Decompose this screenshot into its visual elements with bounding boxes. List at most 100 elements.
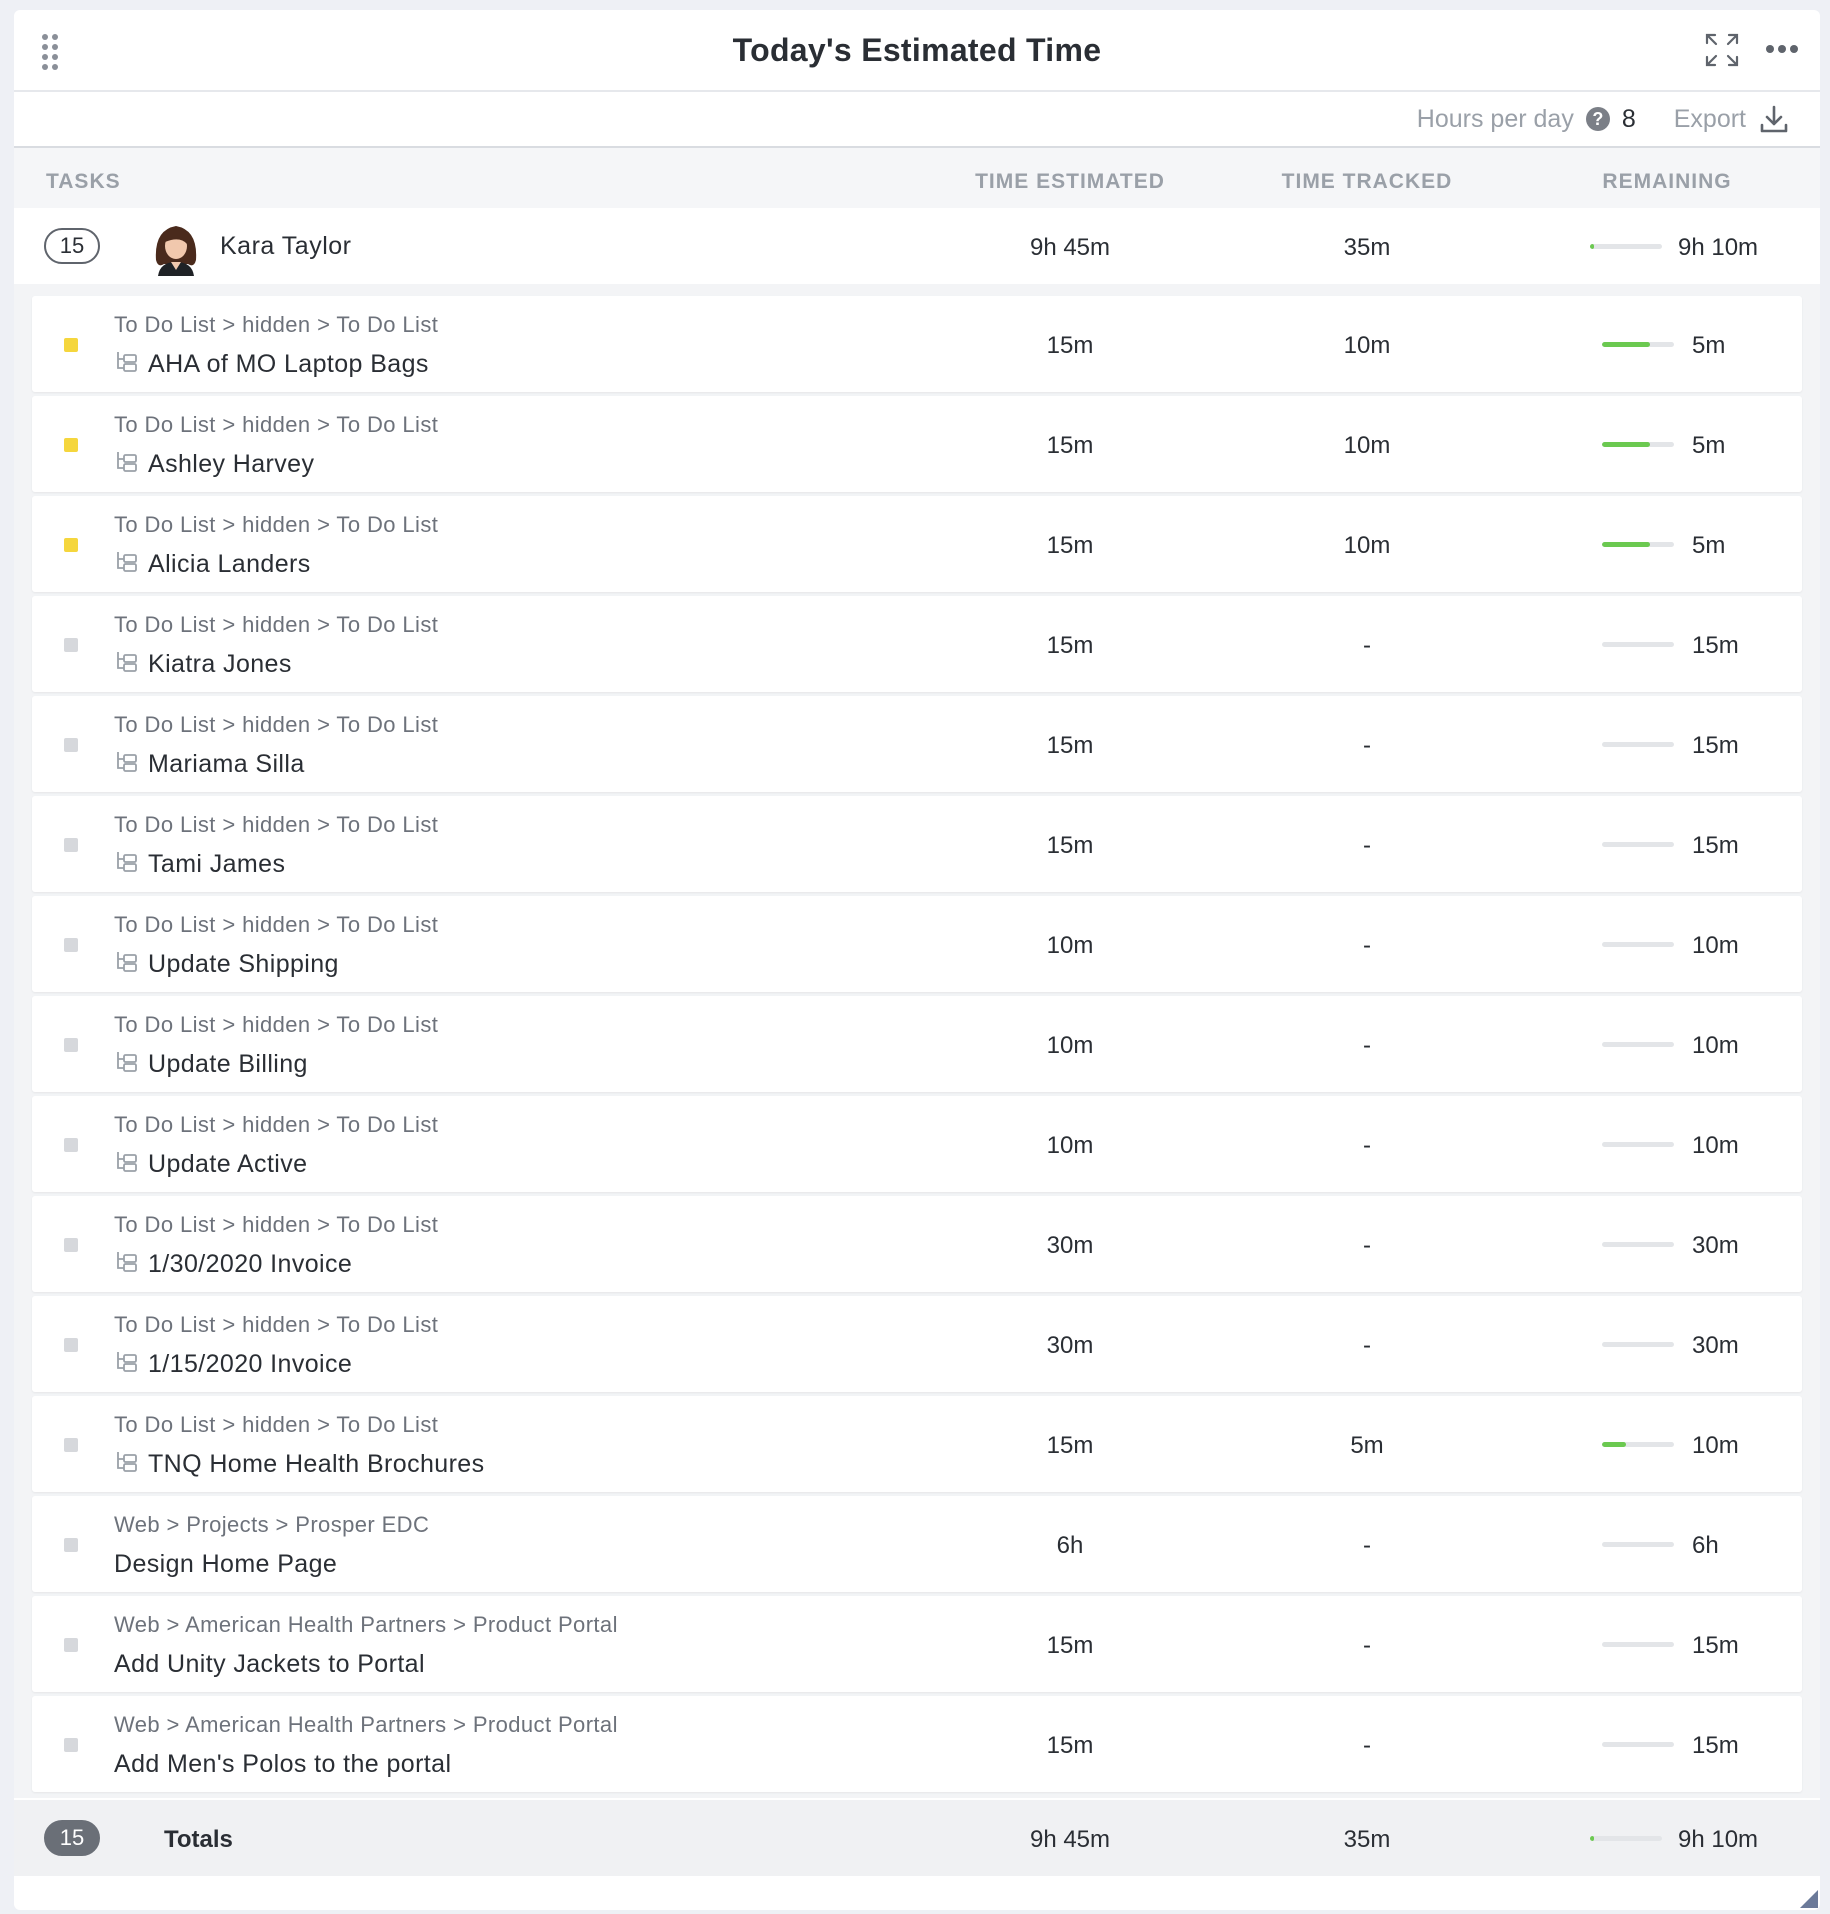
column-header-remaining[interactable]: REMAINING <box>1567 170 1767 194</box>
task-time-tracked[interactable]: 5m <box>1267 1432 1467 1460</box>
task-row[interactable]: To Do List > hidden > To Do List Ashley … <box>32 396 1802 492</box>
task-row[interactable]: To Do List > hidden > To Do List Tami Ja… <box>32 796 1802 892</box>
status-indicator[interactable] <box>64 1538 78 1552</box>
task-breadcrumb[interactable]: To Do List > hidden > To Do List <box>114 1312 438 1338</box>
task-row[interactable]: To Do List > hidden > To Do List Update … <box>32 1096 1802 1192</box>
assignee-group-row[interactable]: 15 Kara Taylor 9h 45m 35m 9h 10m <box>14 208 1820 284</box>
task-name[interactable]: AHA of MO Laptop Bags <box>148 350 429 379</box>
task-time-tracked[interactable]: 10m <box>1267 532 1467 560</box>
task-time-estimated[interactable]: 10m <box>970 1032 1170 1060</box>
task-name[interactable]: Update Billing <box>148 1050 308 1079</box>
task-row[interactable]: To Do List > hidden > To Do List 1/30/20… <box>32 1196 1802 1292</box>
column-header-time-estimated[interactable]: TIME ESTIMATED <box>970 170 1170 194</box>
task-time-tracked[interactable]: - <box>1267 632 1467 660</box>
task-time-estimated[interactable]: 15m <box>970 432 1170 460</box>
task-time-estimated[interactable]: 15m <box>970 332 1170 360</box>
task-breadcrumb[interactable]: To Do List > hidden > To Do List <box>114 512 438 538</box>
task-time-tracked[interactable]: - <box>1267 732 1467 760</box>
task-time-tracked[interactable]: - <box>1267 1532 1467 1560</box>
task-time-estimated[interactable]: 15m <box>970 1632 1170 1660</box>
status-indicator[interactable] <box>64 1438 78 1452</box>
status-indicator[interactable] <box>64 338 78 352</box>
task-row[interactable]: Web > Projects > Prosper EDC Design Home… <box>32 1496 1802 1592</box>
task-time-tracked[interactable]: - <box>1267 1232 1467 1260</box>
task-name[interactable]: Mariama Silla <box>148 750 305 779</box>
task-row[interactable]: To Do List > hidden > To Do List Update … <box>32 996 1802 1092</box>
task-time-estimated[interactable]: 30m <box>970 1232 1170 1260</box>
task-time-tracked[interactable]: 10m <box>1267 332 1467 360</box>
task-name[interactable]: TNQ Home Health Brochures <box>148 1450 485 1479</box>
task-time-estimated[interactable]: 15m <box>970 732 1170 760</box>
task-name[interactable]: 1/30/2020 Invoice <box>148 1250 352 1279</box>
task-breadcrumb[interactable]: To Do List > hidden > To Do List <box>114 612 438 638</box>
task-time-estimated[interactable]: 15m <box>970 532 1170 560</box>
export-button[interactable]: Export <box>1674 103 1790 135</box>
task-row[interactable]: To Do List > hidden > To Do List AHA of … <box>32 296 1802 392</box>
status-indicator[interactable] <box>64 1238 78 1252</box>
task-name[interactable]: Design Home Page <box>114 1550 337 1579</box>
task-time-estimated[interactable]: 15m <box>970 1432 1170 1460</box>
task-name[interactable]: Ashley Harvey <box>148 450 314 479</box>
more-horizontal-icon[interactable] <box>1764 36 1800 62</box>
task-time-estimated[interactable]: 10m <box>970 932 1170 960</box>
task-breadcrumb[interactable]: To Do List > hidden > To Do List <box>114 712 438 738</box>
task-name[interactable]: Update Active <box>148 1150 307 1179</box>
status-indicator[interactable] <box>64 838 78 852</box>
task-row[interactable]: To Do List > hidden > To Do List TNQ Hom… <box>32 1396 1802 1492</box>
task-breadcrumb[interactable]: Web > American Health Partners > Product… <box>114 1712 618 1738</box>
status-indicator[interactable] <box>64 1038 78 1052</box>
task-time-tracked[interactable]: - <box>1267 1732 1467 1760</box>
task-breadcrumb[interactable]: To Do List > hidden > To Do List <box>114 412 438 438</box>
status-indicator[interactable] <box>64 538 78 552</box>
task-breadcrumb[interactable]: To Do List > hidden > To Do List <box>114 1412 438 1438</box>
task-breadcrumb[interactable]: To Do List > hidden > To Do List <box>114 812 438 838</box>
task-time-tracked[interactable]: - <box>1267 1132 1467 1160</box>
resize-handle-icon[interactable] <box>1798 1888 1818 1908</box>
task-time-estimated[interactable]: 6h <box>970 1532 1170 1560</box>
task-row[interactable]: Web > American Health Partners > Product… <box>32 1596 1802 1692</box>
task-breadcrumb[interactable]: To Do List > hidden > To Do List <box>114 1012 438 1038</box>
task-row[interactable]: To Do List > hidden > To Do List Mariama… <box>32 696 1802 792</box>
task-breadcrumb[interactable]: To Do List > hidden > To Do List <box>114 1112 438 1138</box>
drag-handle-icon[interactable] <box>42 34 62 70</box>
task-time-tracked[interactable]: - <box>1267 1632 1467 1660</box>
column-header-time-tracked[interactable]: TIME TRACKED <box>1267 170 1467 194</box>
task-name[interactable]: 1/15/2020 Invoice <box>148 1350 352 1379</box>
task-row[interactable]: Web > American Health Partners > Product… <box>32 1696 1802 1792</box>
status-indicator[interactable] <box>64 1738 78 1752</box>
status-indicator[interactable] <box>64 938 78 952</box>
task-name[interactable]: Alicia Landers <box>148 550 311 579</box>
task-time-estimated[interactable]: 30m <box>970 1332 1170 1360</box>
column-header-tasks[interactable]: TASKS <box>46 170 121 194</box>
task-name[interactable]: Update Shipping <box>148 950 339 979</box>
task-time-estimated[interactable]: 10m <box>970 1132 1170 1160</box>
task-name[interactable]: Tami James <box>148 850 285 879</box>
task-name[interactable]: Add Men's Polos to the portal <box>114 1750 451 1779</box>
status-indicator[interactable] <box>64 438 78 452</box>
help-icon[interactable]: ? <box>1585 107 1610 131</box>
task-row[interactable]: To Do List > hidden > To Do List Alicia … <box>32 496 1802 592</box>
task-time-tracked[interactable]: 10m <box>1267 432 1467 460</box>
task-time-tracked[interactable]: - <box>1267 932 1467 960</box>
hours-per-day-value[interactable]: 8 <box>1622 105 1636 134</box>
task-name[interactable]: Kiatra Jones <box>148 650 292 679</box>
task-breadcrumb[interactable]: To Do List > hidden > To Do List <box>114 912 438 938</box>
status-indicator[interactable] <box>64 1638 78 1652</box>
task-breadcrumb[interactable]: Web > American Health Partners > Product… <box>114 1612 618 1638</box>
task-breadcrumb[interactable]: Web > Projects > Prosper EDC <box>114 1512 429 1538</box>
task-time-estimated[interactable]: 15m <box>970 632 1170 660</box>
status-indicator[interactable] <box>64 638 78 652</box>
status-indicator[interactable] <box>64 738 78 752</box>
task-breadcrumb[interactable]: To Do List > hidden > To Do List <box>114 312 438 338</box>
task-time-estimated[interactable]: 15m <box>970 832 1170 860</box>
task-row[interactable]: To Do List > hidden > To Do List Update … <box>32 896 1802 992</box>
task-breadcrumb[interactable]: To Do List > hidden > To Do List <box>114 1212 438 1238</box>
task-row[interactable]: To Do List > hidden > To Do List Kiatra … <box>32 596 1802 692</box>
task-time-tracked[interactable]: - <box>1267 832 1467 860</box>
task-name[interactable]: Add Unity Jackets to Portal <box>114 1650 425 1679</box>
status-indicator[interactable] <box>64 1338 78 1352</box>
task-time-estimated[interactable]: 15m <box>970 1732 1170 1760</box>
task-row[interactable]: To Do List > hidden > To Do List 1/15/20… <box>32 1296 1802 1392</box>
task-time-tracked[interactable]: - <box>1267 1032 1467 1060</box>
status-indicator[interactable] <box>64 1138 78 1152</box>
